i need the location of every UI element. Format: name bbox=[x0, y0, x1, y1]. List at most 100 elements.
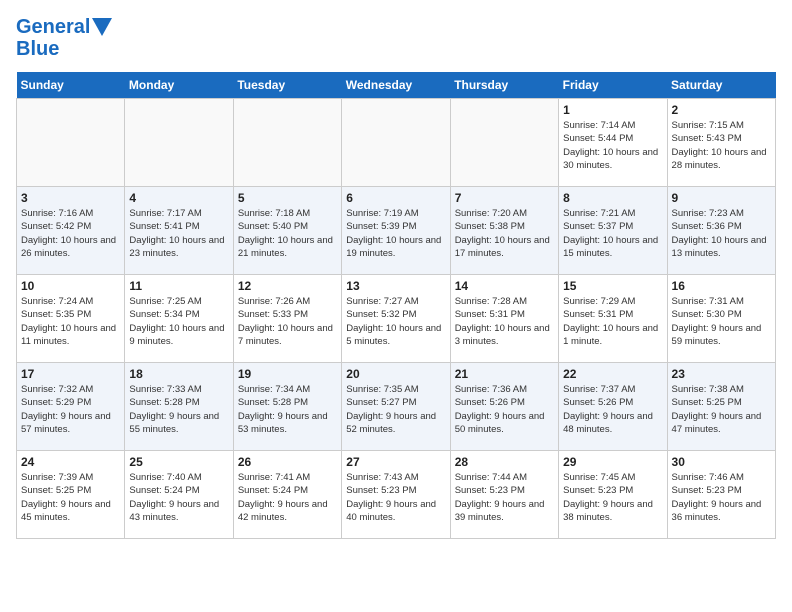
calendar-cell: 22Sunrise: 7:37 AMSunset: 5:26 PMDayligh… bbox=[559, 363, 667, 451]
day-info: Sunrise: 7:23 AMSunset: 5:36 PMDaylight:… bbox=[672, 207, 771, 260]
day-info: Sunrise: 7:43 AMSunset: 5:23 PMDaylight:… bbox=[346, 471, 445, 524]
calendar-cell: 26 Sunrise: 7:41 AMSunset: 5:24 PMDayligh… bbox=[233, 451, 341, 539]
calendar-cell: 3 Sunrise: 7:16 AMSunset: 5:42 PMDaylight… bbox=[17, 187, 125, 275]
calendar-cell: 19Sunrise: 7:34 AMSunset: 5:28 PMDayligh… bbox=[233, 363, 341, 451]
day-info: Sunrise: 7:26 AMSunset: 5:33 PMDaylight:… bbox=[238, 295, 337, 348]
day-number: 12 bbox=[238, 279, 337, 293]
weekday-header-thursday: Thursday bbox=[450, 72, 558, 99]
day-info: Sunrise: 7:40 AMSunset: 5:24 PMDaylight:… bbox=[129, 471, 228, 524]
day-number: 25 bbox=[129, 455, 228, 469]
day-info: Sunrise: 7:14 AMSunset: 5:44 PMDaylight:… bbox=[563, 119, 662, 172]
calendar-week-5: 24 Sunrise: 7:39 AMSunset: 5:25 PMDayligh… bbox=[17, 451, 776, 539]
day-info: Sunrise: 7:36 AMSunset: 5:26 PMDaylight:… bbox=[455, 383, 554, 436]
day-info: Sunrise: 7:33 AMSunset: 5:28 PMDaylight:… bbox=[129, 383, 228, 436]
calendar-cell: 10 Sunrise: 7:24 AMSunset: 5:35 PMDayligh… bbox=[17, 275, 125, 363]
day-number: 3 bbox=[21, 191, 120, 205]
day-number: 20 bbox=[346, 367, 445, 381]
calendar-cell: 6 Sunrise: 7:19 AMSunset: 5:39 PMDaylight… bbox=[342, 187, 450, 275]
day-info: Sunrise: 7:27 AMSunset: 5:32 PMDaylight:… bbox=[346, 295, 445, 348]
day-number: 2 bbox=[672, 103, 771, 117]
calendar-cell: 21 Sunrise: 7:36 AMSunset: 5:26 PMDayligh… bbox=[450, 363, 558, 451]
day-number: 6 bbox=[346, 191, 445, 205]
calendar-cell: 1 Sunrise: 7:14 AMSunset: 5:44 PMDaylight… bbox=[559, 99, 667, 187]
day-number: 14 bbox=[455, 279, 554, 293]
calendar-cell: 23 Sunrise: 7:38 AMSunset: 5:25 PMDayligh… bbox=[667, 363, 775, 451]
day-info: Sunrise: 7:17 AMSunset: 5:41 PMDaylight:… bbox=[129, 207, 228, 260]
calendar-cell bbox=[233, 99, 341, 187]
header: General Blue bbox=[16, 16, 776, 60]
day-number: 29 bbox=[563, 455, 662, 469]
day-number: 17 bbox=[21, 367, 120, 381]
day-number: 9 bbox=[672, 191, 771, 205]
calendar-cell: 28Sunrise: 7:44 AMSunset: 5:23 PMDayligh… bbox=[450, 451, 558, 539]
day-info: Sunrise: 7:21 AMSunset: 5:37 PMDaylight:… bbox=[563, 207, 662, 260]
calendar-week-3: 10 Sunrise: 7:24 AMSunset: 5:35 PMDayligh… bbox=[17, 275, 776, 363]
day-number: 7 bbox=[455, 191, 554, 205]
day-number: 18 bbox=[129, 367, 228, 381]
calendar-cell: 20 Sunrise: 7:35 AMSunset: 5:27 PMDayligh… bbox=[342, 363, 450, 451]
logo-container: General Blue bbox=[16, 16, 112, 60]
day-info: Sunrise: 7:24 AMSunset: 5:35 PMDaylight:… bbox=[21, 295, 120, 348]
calendar-cell bbox=[450, 99, 558, 187]
calendar-cell: 4 Sunrise: 7:17 AMSunset: 5:41 PMDaylight… bbox=[125, 187, 233, 275]
day-number: 27 bbox=[346, 455, 445, 469]
calendar-cell: 12 Sunrise: 7:26 AMSunset: 5:33 PMDayligh… bbox=[233, 275, 341, 363]
day-number: 1 bbox=[563, 103, 662, 117]
day-number: 8 bbox=[563, 191, 662, 205]
day-info: Sunrise: 7:41 AMSunset: 5:24 PMDaylight:… bbox=[238, 471, 337, 524]
weekday-header-friday: Friday bbox=[559, 72, 667, 99]
day-info: Sunrise: 7:20 AMSunset: 5:38 PMDaylight:… bbox=[455, 207, 554, 260]
day-info: Sunrise: 7:15 AMSunset: 5:43 PMDaylight:… bbox=[672, 119, 771, 172]
calendar-week-4: 17Sunrise: 7:32 AMSunset: 5:29 PMDayligh… bbox=[17, 363, 776, 451]
day-info: Sunrise: 7:34 AMSunset: 5:28 PMDaylight:… bbox=[238, 383, 337, 436]
calendar-cell: 13 Sunrise: 7:27 AMSunset: 5:32 PMDayligh… bbox=[342, 275, 450, 363]
day-number: 4 bbox=[129, 191, 228, 205]
day-info: Sunrise: 7:28 AMSunset: 5:31 PMDaylight:… bbox=[455, 295, 554, 348]
day-number: 10 bbox=[21, 279, 120, 293]
calendar-cell: 29 Sunrise: 7:45 AMSunset: 5:23 PMDayligh… bbox=[559, 451, 667, 539]
calendar-cell: 15 Sunrise: 7:29 AMSunset: 5:31 PMDayligh… bbox=[559, 275, 667, 363]
calendar-cell: 27 Sunrise: 7:43 AMSunset: 5:23 PMDayligh… bbox=[342, 451, 450, 539]
calendar-week-1: 1 Sunrise: 7:14 AMSunset: 5:44 PMDaylight… bbox=[17, 99, 776, 187]
day-number: 11 bbox=[129, 279, 228, 293]
calendar-cell: 9 Sunrise: 7:23 AMSunset: 5:36 PMDaylight… bbox=[667, 187, 775, 275]
day-info: Sunrise: 7:19 AMSunset: 5:39 PMDaylight:… bbox=[346, 207, 445, 260]
calendar-cell: 14 Sunrise: 7:28 AMSunset: 5:31 PMDayligh… bbox=[450, 275, 558, 363]
calendar-cell: 11Sunrise: 7:25 AMSunset: 5:34 PMDayligh… bbox=[125, 275, 233, 363]
day-info: Sunrise: 7:16 AMSunset: 5:42 PMDaylight:… bbox=[21, 207, 120, 260]
weekday-header-monday: Monday bbox=[125, 72, 233, 99]
day-info: Sunrise: 7:45 AMSunset: 5:23 PMDaylight:… bbox=[563, 471, 662, 524]
day-number: 16 bbox=[672, 279, 771, 293]
calendar-cell: 16Sunrise: 7:31 AMSunset: 5:30 PMDayligh… bbox=[667, 275, 775, 363]
logo-chevron-icon bbox=[92, 18, 112, 36]
calendar-cell: 25 Sunrise: 7:40 AMSunset: 5:24 PMDayligh… bbox=[125, 451, 233, 539]
day-number: 15 bbox=[563, 279, 662, 293]
calendar-header-row: SundayMondayTuesdayWednesdayThursdayFrid… bbox=[17, 72, 776, 99]
day-number: 23 bbox=[672, 367, 771, 381]
calendar-cell: 30 Sunrise: 7:46 AMSunset: 5:23 PMDayligh… bbox=[667, 451, 775, 539]
day-number: 26 bbox=[238, 455, 337, 469]
weekday-header-tuesday: Tuesday bbox=[233, 72, 341, 99]
calendar-cell bbox=[342, 99, 450, 187]
weekday-header-sunday: Sunday bbox=[17, 72, 125, 99]
calendar-cell: 5Sunrise: 7:18 AMSunset: 5:40 PMDaylight… bbox=[233, 187, 341, 275]
day-info: Sunrise: 7:18 AMSunset: 5:40 PMDaylight:… bbox=[238, 207, 337, 260]
logo: General Blue bbox=[16, 16, 112, 60]
day-number: 24 bbox=[21, 455, 120, 469]
day-number: 21 bbox=[455, 367, 554, 381]
calendar-cell: 7 Sunrise: 7:20 AMSunset: 5:38 PMDaylight… bbox=[450, 187, 558, 275]
day-info: Sunrise: 7:38 AMSunset: 5:25 PMDaylight:… bbox=[672, 383, 771, 436]
day-number: 30 bbox=[672, 455, 771, 469]
day-number: 22 bbox=[563, 367, 662, 381]
calendar-week-2: 3 Sunrise: 7:16 AMSunset: 5:42 PMDaylight… bbox=[17, 187, 776, 275]
calendar-cell: 24 Sunrise: 7:39 AMSunset: 5:25 PMDayligh… bbox=[17, 451, 125, 539]
day-info: Sunrise: 7:35 AMSunset: 5:27 PMDaylight:… bbox=[346, 383, 445, 436]
weekday-header-wednesday: Wednesday bbox=[342, 72, 450, 99]
calendar-table: SundayMondayTuesdayWednesdayThursdayFrid… bbox=[16, 72, 776, 539]
day-info: Sunrise: 7:46 AMSunset: 5:23 PMDaylight:… bbox=[672, 471, 771, 524]
day-info: Sunrise: 7:29 AMSunset: 5:31 PMDaylight:… bbox=[563, 295, 662, 348]
day-number: 13 bbox=[346, 279, 445, 293]
calendar-cell: 18 Sunrise: 7:33 AMSunset: 5:28 PMDayligh… bbox=[125, 363, 233, 451]
day-info: Sunrise: 7:39 AMSunset: 5:25 PMDaylight:… bbox=[21, 471, 120, 524]
logo-general: General bbox=[16, 16, 90, 38]
